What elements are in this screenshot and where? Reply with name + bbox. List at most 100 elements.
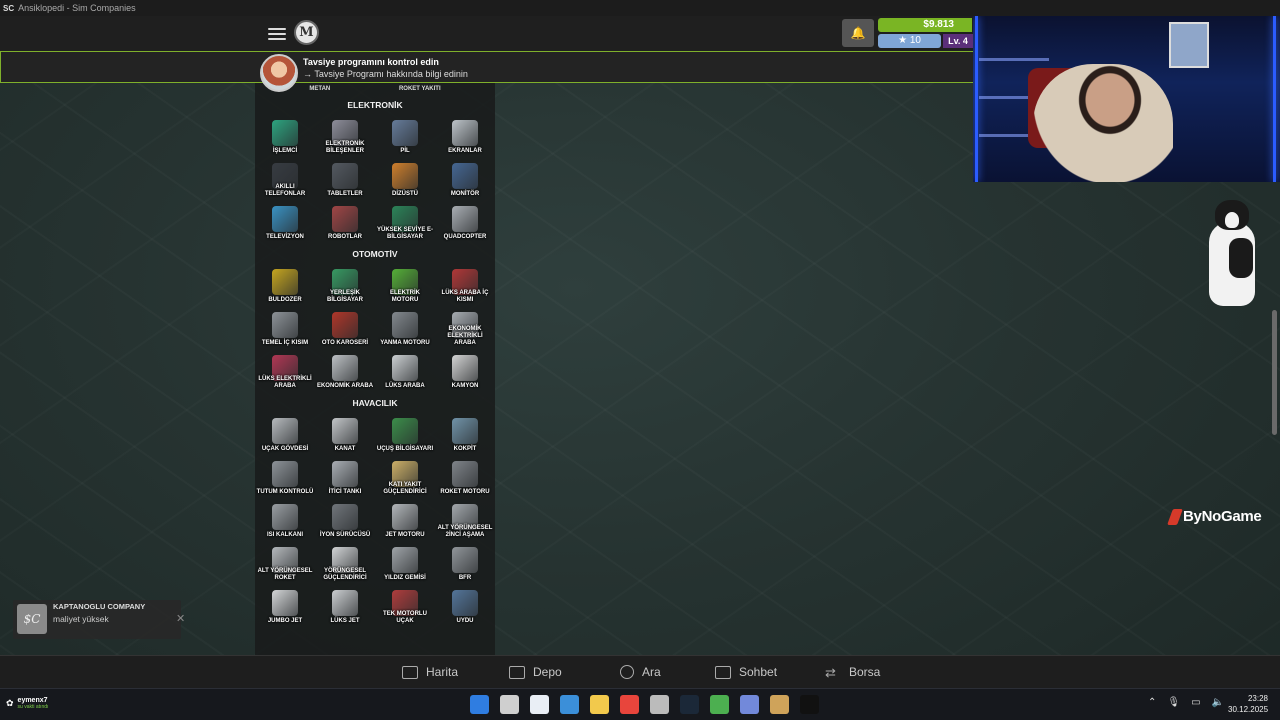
product-label: KAMYON <box>451 383 479 389</box>
category-grid: BULDOZER YERLEŞİK BİLGİSAYAR ELEKTRİK MOTO… <box>255 264 495 393</box>
speaker-icon[interactable]: 🔈 <box>1212 697 1224 708</box>
product-item[interactable]: YERLEŞİK BİLGİSAYAR <box>315 264 375 307</box>
product-item[interactable]: LÜKS ARABA <box>375 350 435 393</box>
app-icon: SC <box>3 3 15 13</box>
product-item[interactable]: TELEVİZYON <box>255 201 315 244</box>
product-icon <box>272 312 298 338</box>
product-label: ALT YÖRÜNGESEL ROKET <box>257 568 313 581</box>
product-item[interactable]: İYON SÜRÜCÜSÜ <box>315 499 375 542</box>
product-item[interactable]: YILDIZ GEMİSİ <box>375 542 435 585</box>
product-item[interactable]: LÜKS JET <box>315 585 375 628</box>
product-item[interactable]: ROBOTLAR <box>315 201 375 244</box>
previous-item-label[interactable]: METAN <box>309 83 330 95</box>
product-item[interactable]: PİL <box>375 115 435 158</box>
product-item[interactable]: TUTUM KONTROLÜ <box>255 456 315 499</box>
taskbar-clock[interactable]: 23:28 30.12.2025 <box>1228 693 1268 715</box>
taskbar-app-icon[interactable] <box>650 695 669 714</box>
product-item[interactable]: YANMA MOTORU <box>375 307 435 350</box>
product-item[interactable]: UÇAK GÖVDESİ <box>255 413 315 456</box>
notification-toast[interactable]: $C KAPTANOGLU COMPANY maliyet yüksek ✕ <box>13 600 185 639</box>
product-item[interactable]: ELEKTRİK MOTORU <box>375 264 435 307</box>
product-label: TEMEL İÇ KISIM <box>261 340 309 346</box>
product-item[interactable]: KOKPİT <box>435 413 495 456</box>
taskbar-app-icon[interactable] <box>740 695 759 714</box>
product-icon <box>332 355 358 381</box>
product-item[interactable]: KATI YAKIT GÜÇLENDİRİCİ <box>375 456 435 499</box>
product-item[interactable]: ALT YÖRÜNGESEL ROKET <box>255 542 315 585</box>
product-label: ROKET MOTORU <box>440 489 490 495</box>
product-item[interactable]: YÜKSEK SEVİYE E-BİLGİSAYAR <box>375 201 435 244</box>
product-item[interactable]: EKONOMİK ELEKTRİKLİ ARABA <box>435 307 495 350</box>
microphone-icon[interactable]: 🎙 <box>1167 697 1180 708</box>
product-label: BULDOZER <box>268 297 302 303</box>
simcompanies-icon: $C <box>17 604 47 634</box>
product-item[interactable]: EKRANLAR <box>435 115 495 158</box>
product-item[interactable]: AKILLI TELEFONLAR <box>255 158 315 201</box>
product-item[interactable]: DİZÜSTÜ <box>375 158 435 201</box>
product-item[interactable]: ALT YÖRÜNGESEL 2İNCİ AŞAMA <box>435 499 495 542</box>
advisor-avatar <box>260 54 298 92</box>
nav-sohbet[interactable]: Sohbet <box>715 656 777 688</box>
taskbar-app-icon[interactable] <box>710 695 729 714</box>
product-label: YÜKSEK SEVİYE E-BİLGİSAYAR <box>376 227 433 240</box>
product-item[interactable]: UYDU <box>435 585 495 628</box>
product-item[interactable]: İŞLEMCİ <box>255 115 315 158</box>
nav-depo[interactable]: Depo <box>509 656 562 688</box>
product-icon <box>272 269 298 295</box>
product-item[interactable]: TEK MOTORLU UÇAK <box>375 585 435 628</box>
company-logo[interactable]: M <box>294 20 319 45</box>
product-item[interactable]: TEMEL İÇ KISIM <box>255 307 315 350</box>
taskbar-app-icon[interactable] <box>530 695 549 714</box>
product-item[interactable]: LÜKS ELEKTRİKLİ ARABA <box>255 350 315 393</box>
page-scrollbar[interactable] <box>1272 185 1278 655</box>
nav-ara[interactable]: Ara <box>620 656 661 688</box>
product-item[interactable]: İTİCİ TANKI <box>315 456 375 499</box>
product-item[interactable]: KAMYON <box>435 350 495 393</box>
taskbar-app-icon[interactable] <box>500 695 519 714</box>
product-icon <box>392 355 418 381</box>
product-label: TUTUM KONTROLÜ <box>256 489 314 495</box>
product-item[interactable]: ROKET MOTORU <box>435 456 495 499</box>
product-item[interactable]: OTO KAROSERİ <box>315 307 375 350</box>
product-item[interactable]: JUMBO JET <box>255 585 315 628</box>
product-item[interactable]: BFR <box>435 542 495 585</box>
taskbar-app-icon[interactable] <box>470 695 489 714</box>
taskbar-app-icon[interactable] <box>770 695 789 714</box>
stars-badge[interactable]: ★ 10 <box>878 34 941 48</box>
taskbar-app-icon[interactable] <box>680 695 699 714</box>
close-icon[interactable]: ✕ <box>176 612 185 625</box>
user-status: su vakti atındı <box>17 704 49 710</box>
webcam-overlay <box>973 16 1280 182</box>
product-item[interactable]: TABLETLER <box>315 158 375 201</box>
nav-harita[interactable]: Harita <box>402 656 458 688</box>
product-item[interactable]: LÜKS ARABA İÇ KISMI <box>435 264 495 307</box>
taskbar-app-icon[interactable] <box>620 695 639 714</box>
product-icon <box>272 418 298 444</box>
product-icon <box>332 461 358 487</box>
product-item[interactable]: KANAT <box>315 413 375 456</box>
nav-borsa[interactable]: ⇄ Borsa <box>825 656 880 688</box>
chevron-up-icon[interactable]: ⌃ <box>1148 697 1156 708</box>
taskbar-app-icon[interactable] <box>560 695 579 714</box>
product-item[interactable]: YÖRÜNGESEL GÜÇLENDİRİCİ <box>315 542 375 585</box>
product-item[interactable]: ISI KALKANI <box>255 499 315 542</box>
product-item[interactable]: UÇUŞ BİLGİSAYARI <box>375 413 435 456</box>
poster <box>1169 22 1209 68</box>
previous-item-label[interactable]: ROKET YAKITI <box>399 83 441 95</box>
taskbar-app-icon[interactable] <box>800 695 819 714</box>
product-item[interactable]: QUADCOPTER <box>435 201 495 244</box>
product-label: LÜKS ELEKTRİKLİ ARABA <box>258 376 312 389</box>
product-label: QUADCOPTER <box>443 234 487 240</box>
product-item[interactable]: BULDOZER <box>255 264 315 307</box>
notification-button[interactable]: 🔔 <box>842 19 874 47</box>
product-item[interactable]: EKONOMİK ARABA <box>315 350 375 393</box>
product-item[interactable]: MONİTÖR <box>435 158 495 201</box>
taskbar-app-icon[interactable] <box>590 695 609 714</box>
money-balance[interactable]: $9.813 <box>878 18 972 32</box>
display-icon[interactable]: ▭ <box>1191 697 1200 708</box>
level-badge[interactable]: Lv. 4 <box>943 34 973 48</box>
menu-icon[interactable] <box>268 25 286 41</box>
product-item[interactable]: ELEKTRONİK BİLEŞENLER <box>315 115 375 158</box>
banner-link[interactable]: → Tavsiye Programı hakkında bilgi edinin <box>303 69 468 79</box>
product-item[interactable]: JET MOTORU <box>375 499 435 542</box>
